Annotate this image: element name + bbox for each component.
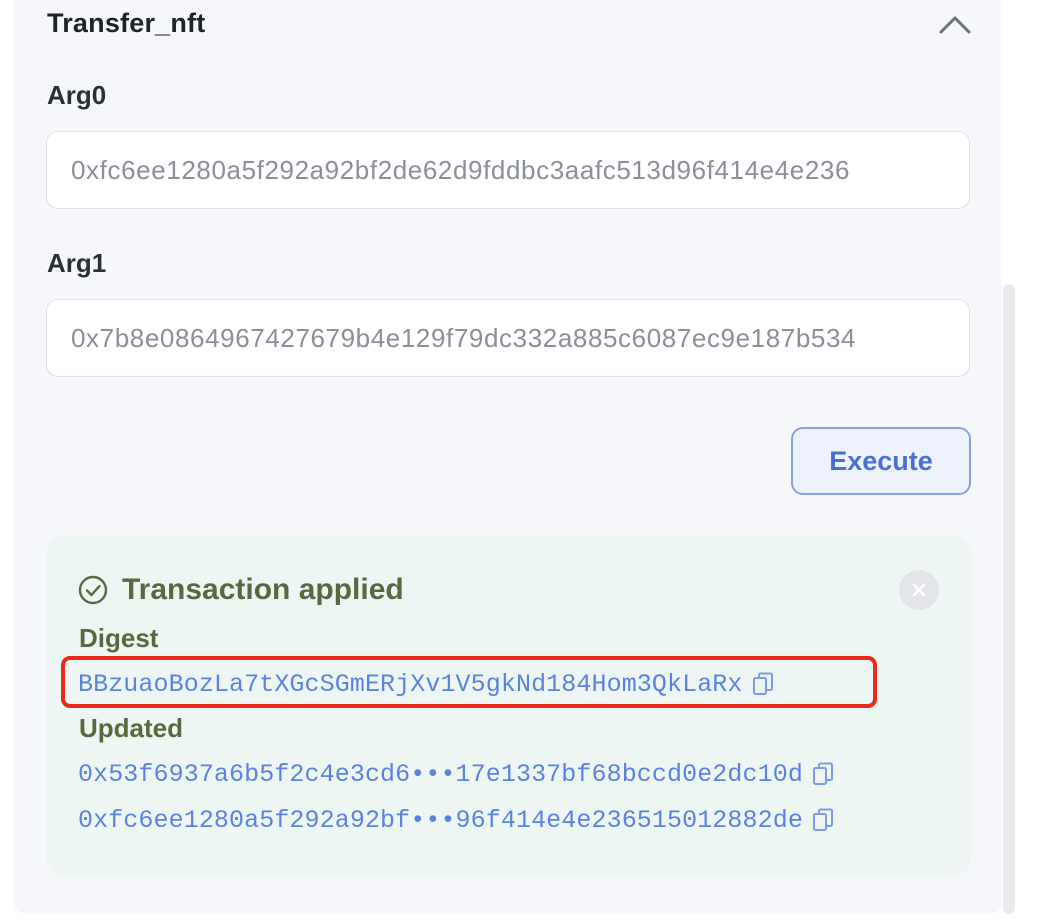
- updated-object-row: 0x53f6937a6b5f2c4e3cd6•••17e1337bf68bccd…: [78, 757, 835, 791]
- copy-icon[interactable]: [751, 671, 775, 697]
- close-result-button[interactable]: [899, 570, 939, 610]
- check-circle-icon: [78, 575, 108, 605]
- result-title: Transaction applied: [122, 573, 404, 606]
- updated-object-link[interactable]: 0xfc6ee1280a5f292a92bf•••96f414e4e236515…: [78, 806, 803, 835]
- arg0-label: Arg0: [47, 80, 107, 110]
- result-header: Transaction applied: [78, 572, 404, 608]
- function-title: Transfer_nft: [47, 8, 206, 38]
- scrollbar-thumb[interactable]: [1003, 284, 1015, 914]
- close-icon: [912, 583, 926, 597]
- execute-button[interactable]: Execute: [791, 427, 971, 495]
- updated-object-row: 0xfc6ee1280a5f292a92bf•••96f414e4e236515…: [78, 803, 835, 837]
- arg1-input[interactable]: [46, 299, 970, 377]
- arg1-label: Arg1: [47, 248, 107, 278]
- updated-object-link[interactable]: 0x53f6937a6b5f2c4e3cd6•••17e1337bf68bccd…: [78, 760, 803, 789]
- digest-label: Digest: [79, 623, 159, 653]
- copy-icon[interactable]: [811, 761, 835, 787]
- arg0-input[interactable]: [46, 131, 970, 209]
- copy-icon[interactable]: [811, 807, 835, 833]
- digest-row: BBzuaoBozLa7tXGcSGmERjXv1V5gkNd184Hom3Qk…: [78, 667, 775, 701]
- updated-label: Updated: [79, 713, 183, 743]
- chevron-up-icon[interactable]: [937, 10, 973, 38]
- digest-link[interactable]: BBzuaoBozLa7tXGcSGmERjXv1V5gkNd184Hom3Qk…: [78, 670, 743, 699]
